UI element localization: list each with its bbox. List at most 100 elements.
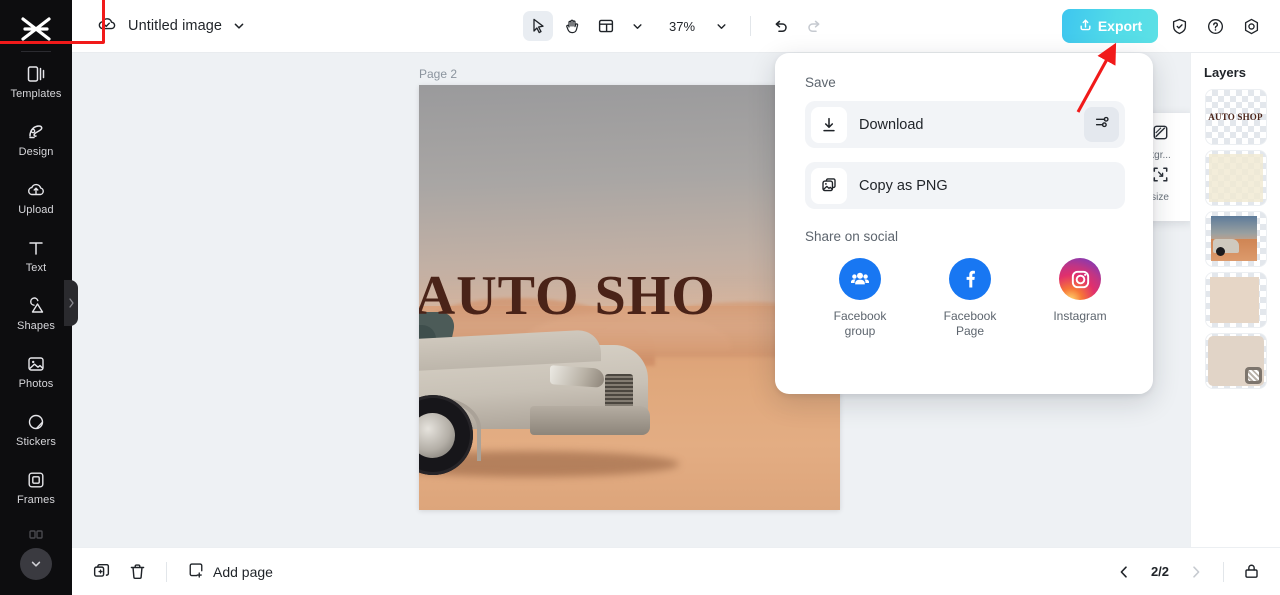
title-chevron-down-icon[interactable] xyxy=(232,19,246,33)
sidebar-item-label: Text xyxy=(26,263,47,274)
layer-item-photo[interactable] xyxy=(1206,212,1266,266)
download-settings-button[interactable] xyxy=(1084,107,1119,142)
layout-tool-button[interactable] xyxy=(591,11,621,41)
share-section-heading: Share on social xyxy=(805,229,1125,244)
prev-page-button[interactable] xyxy=(1109,557,1139,587)
sidebar-item-label: Templates xyxy=(10,89,61,100)
instagram-label: Instagram xyxy=(1053,309,1106,324)
copy-as-png-row[interactable]: Copy as PNG xyxy=(805,162,1125,209)
duplicate-page-icon xyxy=(92,562,111,581)
zoom-chevron-down-icon[interactable] xyxy=(706,11,736,41)
resize-label: size xyxy=(1151,192,1169,203)
undo-button[interactable] xyxy=(765,11,795,41)
facebook-group-icon xyxy=(839,258,881,300)
sidebar-item-hidden[interactable] xyxy=(0,528,72,546)
shield-check-icon[interactable] xyxy=(1164,11,1194,41)
layer-preview-shape xyxy=(1210,277,1259,323)
frames-icon xyxy=(25,469,47,491)
layers-panel: Layers AUTO SHOP xyxy=(1190,53,1280,547)
sidebar-item-templates[interactable]: Templates xyxy=(0,52,72,110)
sidebar-item-stickers[interactable]: Stickers xyxy=(0,400,72,458)
facebook-page-label: Facebook Page xyxy=(944,309,997,339)
sidebar-item-frames[interactable]: Frames xyxy=(0,458,72,516)
select-tool-button[interactable] xyxy=(523,11,553,41)
left-sidebar: Templates Design Upload xyxy=(0,0,72,595)
templates-icon xyxy=(25,63,47,85)
document-title-group: Untitled image xyxy=(72,13,246,40)
sidebar-item-design[interactable]: Design xyxy=(0,110,72,168)
hand-icon xyxy=(563,17,581,35)
facebook-group-label: Facebook group xyxy=(834,309,887,339)
settings-sliders-icon xyxy=(1093,113,1111,136)
chevron-right-icon xyxy=(68,297,75,309)
export-button[interactable]: Export xyxy=(1062,9,1158,43)
layout-chevron-down-icon[interactable] xyxy=(622,11,652,41)
hand-tool-button[interactable] xyxy=(557,11,587,41)
instagram-icon xyxy=(1059,258,1101,300)
top-right-actions: Export xyxy=(1062,9,1266,43)
export-button-label: Export xyxy=(1098,18,1142,34)
page-label: Page 2 xyxy=(419,67,457,81)
capcut-logo[interactable] xyxy=(16,12,56,46)
save-section-heading: Save xyxy=(805,75,1125,90)
duplicate-page-button[interactable] xyxy=(86,557,116,587)
sidebar-item-label: Stickers xyxy=(16,437,56,448)
next-page-button[interactable] xyxy=(1181,557,1211,587)
redo-arrow-icon xyxy=(805,17,824,36)
settings-gear-icon[interactable] xyxy=(1236,11,1266,41)
bottom-divider xyxy=(1223,562,1224,582)
add-page-label: Add page xyxy=(213,564,273,580)
undo-arrow-icon xyxy=(771,17,790,36)
layer-item-shape[interactable] xyxy=(1206,273,1266,327)
top-toolbar: Untitled image xyxy=(72,0,1280,53)
sidebar-item-label: Upload xyxy=(18,205,53,216)
canvas-tools-group: 37% xyxy=(523,11,829,41)
sidebar-item-label: Photos xyxy=(19,379,54,390)
export-button-wrapper: Export xyxy=(1062,9,1158,43)
upload-cloud-icon xyxy=(25,179,47,201)
chevron-down-icon xyxy=(29,557,43,571)
copy-as-png-label: Copy as PNG xyxy=(859,178,948,194)
help-question-icon[interactable] xyxy=(1200,11,1230,41)
delete-page-button[interactable] xyxy=(122,557,152,587)
copy-image-icon xyxy=(811,168,847,204)
bottom-toolbar: Add page 2/2 xyxy=(72,547,1280,595)
add-page-button[interactable]: Add page xyxy=(181,557,279,586)
panel-resize-handle[interactable] xyxy=(64,280,78,326)
upload-share-icon xyxy=(1078,17,1093,35)
add-page-icon xyxy=(187,561,205,582)
social-share-row: Facebook group Facebook Page xyxy=(805,258,1125,339)
download-label: Download xyxy=(859,117,924,133)
page-indicator: 2/2 xyxy=(1143,564,1177,579)
layers-panel-title: Layers xyxy=(1191,65,1280,80)
export-dropdown-panel: Save Download xyxy=(775,53,1153,394)
photos-icon xyxy=(25,353,47,375)
cursor-arrow-icon xyxy=(529,17,547,35)
redo-button[interactable] xyxy=(799,11,829,41)
sidebar-item-upload[interactable]: Upload xyxy=(0,168,72,226)
layer-item-background[interactable] xyxy=(1206,334,1266,388)
page-title: Untitled image xyxy=(128,18,222,34)
stickers-icon xyxy=(25,411,47,433)
artboard-car-image xyxy=(419,319,659,481)
layer-item-cream-overlay[interactable] xyxy=(1206,151,1266,205)
sidebar-item-photos[interactable]: Photos xyxy=(0,342,72,400)
download-row[interactable]: Download xyxy=(805,101,1125,148)
bottom-left-actions: Add page xyxy=(72,557,279,587)
trash-icon xyxy=(128,562,147,581)
share-facebook-page-button[interactable]: Facebook Page xyxy=(939,258,1001,339)
share-facebook-group-button[interactable]: Facebook group xyxy=(829,258,891,339)
sidebar-item-label: Frames xyxy=(17,495,55,506)
page-navigation: 2/2 xyxy=(1109,557,1266,587)
pages-panel-button[interactable] xyxy=(1236,557,1266,587)
sidebar-item-shapes[interactable]: Shapes xyxy=(0,284,72,342)
layer-item-text[interactable]: AUTO SHOP xyxy=(1206,90,1266,144)
bottom-divider xyxy=(166,562,167,582)
sidebar-collapse-button[interactable] xyxy=(20,548,52,580)
share-instagram-button[interactable]: Instagram xyxy=(1049,258,1111,324)
sidebar-item-text[interactable]: Text xyxy=(0,226,72,284)
chevron-left-icon xyxy=(1116,564,1132,580)
design-icon xyxy=(25,121,47,143)
chevron-right-icon xyxy=(1188,564,1204,580)
transparency-badge-icon xyxy=(1245,367,1262,384)
